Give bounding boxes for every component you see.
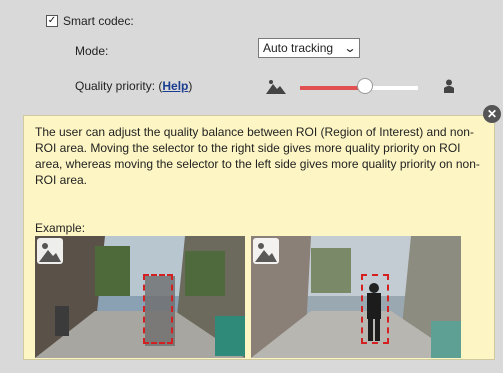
quality-priority-label-end: ) xyxy=(188,79,193,93)
street-scene-left xyxy=(35,236,245,358)
landscape-icon xyxy=(255,243,277,262)
close-icon[interactable]: ✕ xyxy=(483,105,501,123)
landscape-icon xyxy=(266,80,286,94)
quality-priority-row: Quality priority: (Help) xyxy=(75,79,192,93)
person-icon xyxy=(444,79,454,93)
mode-select-value: Auto tracking xyxy=(263,41,334,55)
person-badge-right xyxy=(253,238,279,264)
tooltip-description: The user can adjust the quality balance … xyxy=(35,125,480,187)
mode-label: Mode: xyxy=(75,44,109,58)
quality-priority-tooltip: The user can adjust the quality balance … xyxy=(23,115,495,360)
chevron-down-icon: ⌄ xyxy=(343,41,357,55)
example-photo-right xyxy=(251,236,461,358)
smart-codec-row[interactable]: ✓ Smart codec: xyxy=(46,14,134,28)
quality-priority-label: Quality priority: ( xyxy=(75,79,163,93)
smart-codec-checkbox[interactable]: ✓ xyxy=(46,15,58,27)
mode-label-row: Mode: xyxy=(75,44,108,58)
landscape-icon xyxy=(39,243,61,262)
landscape-badge-left xyxy=(37,238,63,264)
example-photo-left xyxy=(35,236,245,358)
example-label: Example: xyxy=(35,221,86,235)
smart-codec-label: Smart codec: xyxy=(63,14,134,28)
quality-slider-fill xyxy=(300,86,365,90)
roi-box-left xyxy=(143,274,173,344)
mode-select[interactable]: Auto tracking ⌄ xyxy=(258,38,360,58)
street-scene-right xyxy=(251,236,461,358)
roi-box-right xyxy=(361,274,389,344)
help-link[interactable]: Help xyxy=(162,79,188,93)
quality-slider-thumb[interactable] xyxy=(356,78,373,94)
